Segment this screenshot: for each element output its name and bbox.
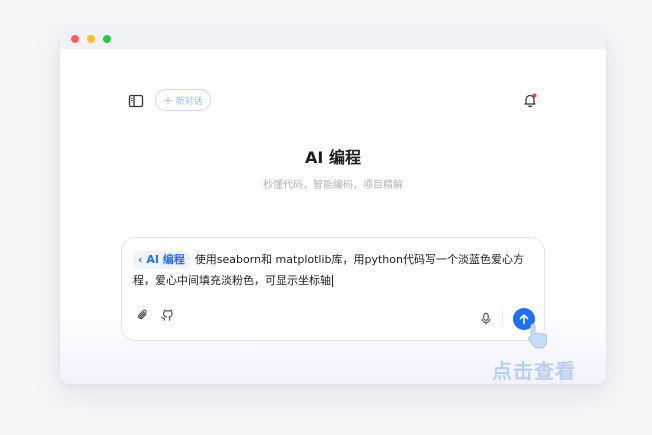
prompt-text: 使用seaborn和 matplotlib库，用python代码写一个淡蓝色爱心… <box>133 253 524 287</box>
title-bar <box>60 29 606 49</box>
maximize-window-button[interactable] <box>103 35 111 43</box>
main-content: + 新对话 AI 编程 秒懂代码，智能编码，项目精解 ‹ AI 编程 使用seab… <box>60 49 606 384</box>
plus-icon: + <box>163 93 173 107</box>
text-cursor <box>332 275 333 287</box>
toolbar-divider <box>502 311 503 327</box>
sidebar-toggle-icon[interactable] <box>128 93 144 109</box>
ai-coding-tag-label: AI 编程 <box>146 253 185 266</box>
minimize-window-button[interactable] <box>87 35 95 43</box>
app-window: + 新对话 AI 编程 秒懂代码，智能编码，项目精解 ‹ AI 编程 使用seab… <box>60 29 606 384</box>
bell-icon[interactable] <box>522 92 538 108</box>
notification-dot <box>532 93 537 98</box>
prompt-text-area[interactable]: ‹ AI 编程 使用seaborn和 matplotlib库，用python代码写… <box>133 249 533 291</box>
new-chat-button[interactable]: + 新对话 <box>155 89 211 111</box>
close-window-button[interactable] <box>71 35 79 43</box>
pointer-hand-icon <box>528 323 547 349</box>
ai-coding-tag[interactable]: ‹ AI 编程 <box>133 251 190 269</box>
prompt-input-box[interactable]: ‹ AI 编程 使用seaborn和 matplotlib库，用python代码写… <box>121 237 545 341</box>
new-chat-label: 新对话 <box>175 96 203 107</box>
click-to-view-hint: 点击查看 <box>492 359 576 383</box>
page-subtitle: 秒懂代码，智能编码，项目精解 <box>263 180 403 191</box>
microphone-icon[interactable] <box>479 312 493 326</box>
github-icon[interactable] <box>160 308 174 322</box>
paperclip-icon[interactable] <box>136 308 150 322</box>
page-title: AI 编程 <box>305 148 361 167</box>
